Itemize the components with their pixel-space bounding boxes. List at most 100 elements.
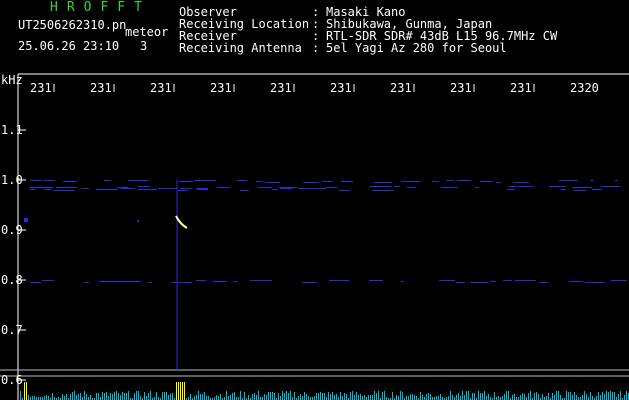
strip-bar	[140, 396, 141, 400]
carrier-trace-segment	[303, 182, 319, 183]
strip-bar	[90, 395, 91, 400]
strip-bar	[430, 394, 431, 400]
strip-bar	[598, 392, 599, 400]
carrier-trace-segment	[457, 180, 471, 181]
strip-bar	[116, 391, 117, 400]
carrier-trace-segment	[30, 189, 35, 190]
strip-bar	[252, 394, 253, 400]
strip-bar	[150, 391, 151, 400]
strip-bar	[84, 391, 85, 400]
strip-bar	[274, 393, 275, 400]
strip-bar	[382, 392, 383, 400]
strip-bar	[494, 392, 495, 400]
strip-bar	[286, 391, 287, 400]
strip-bar	[294, 392, 295, 400]
strip-bar	[244, 392, 245, 400]
strip-bar	[248, 395, 249, 400]
signal-dot	[137, 220, 139, 222]
strip-bar	[190, 394, 191, 400]
carrier-trace-segment	[401, 181, 421, 182]
strip-bar	[340, 392, 341, 400]
strip-bar	[370, 395, 371, 400]
carrier-trace-segment	[194, 180, 216, 181]
carrier-trace-segment	[496, 182, 501, 183]
strip-bar	[80, 393, 81, 400]
strip-bar	[414, 395, 415, 400]
carrier-trace-segment	[432, 181, 439, 182]
strip-peak	[178, 382, 179, 400]
strip-bar	[584, 391, 585, 400]
strip-bar	[384, 391, 385, 400]
strip-bar	[376, 393, 377, 400]
strip-bar	[112, 394, 113, 400]
strip-bar	[546, 396, 547, 400]
strip-bar	[586, 394, 587, 400]
strip-bar	[448, 396, 449, 400]
strip-bar	[556, 391, 557, 400]
x-tick-label: 231	[390, 81, 412, 95]
strip-bar	[520, 395, 521, 400]
strip-bar	[306, 394, 307, 400]
strip-bar	[20, 391, 21, 400]
carrier-trace-segment	[128, 180, 149, 181]
strip-bar	[110, 393, 111, 400]
strip-bar	[232, 393, 233, 400]
carrier-trace-segment	[513, 182, 529, 183]
strip-bar	[28, 395, 29, 400]
carrier-trace-segment	[256, 181, 263, 182]
strip-bar	[456, 395, 457, 400]
carrier-trace-segment	[480, 181, 492, 182]
strip-bar	[368, 395, 369, 400]
carrier-trace-segment	[63, 181, 77, 182]
strip-bar	[104, 393, 105, 400]
strip-bar	[438, 396, 439, 400]
strip-bar	[466, 391, 467, 400]
carrier-trace-segment	[590, 180, 594, 181]
strip-bar	[440, 394, 441, 400]
carrier-trace-segment	[601, 186, 620, 187]
strip-bar	[482, 393, 483, 400]
strip-bar	[508, 391, 509, 400]
strip-peak	[24, 382, 25, 400]
strip-bar	[114, 392, 115, 400]
strip-bar	[228, 396, 229, 400]
carrier-trace-segment	[178, 190, 188, 191]
strip-bar	[392, 392, 393, 400]
strip-bar	[278, 393, 279, 400]
strip-bar	[194, 396, 195, 400]
carrier-trace-segment	[280, 188, 293, 189]
strip-bar	[530, 391, 531, 400]
strip-bar	[590, 392, 591, 400]
strip-bar	[64, 396, 65, 400]
strip-bar	[402, 392, 403, 400]
carrier-trace-segment	[258, 187, 272, 188]
strip-bar	[360, 394, 361, 400]
strip-bar	[558, 391, 559, 400]
strip-bar	[374, 391, 375, 400]
strip-bar	[406, 396, 407, 400]
strip-bar	[596, 396, 597, 400]
carrier-trace-segment	[325, 187, 337, 188]
strip-bar	[416, 396, 417, 400]
strip-bar	[400, 391, 401, 400]
strip-bar	[48, 396, 49, 400]
strip-bar	[164, 392, 165, 400]
strip-bar	[552, 393, 553, 400]
strip-bar	[574, 392, 575, 400]
strip-bar	[620, 391, 621, 400]
carrier-trace-segment	[503, 280, 512, 281]
carrier-trace-segment	[44, 180, 55, 181]
carrier-trace-segment	[549, 186, 566, 187]
strip-bar	[572, 395, 573, 400]
carrier-trace-segment	[197, 189, 208, 190]
strip-bar	[468, 391, 469, 400]
carrier-trace-segment	[539, 282, 548, 283]
carrier-trace-segment	[322, 181, 333, 182]
strip-bar	[522, 393, 523, 400]
strip-bar	[102, 392, 103, 400]
strip-bar	[202, 394, 203, 400]
strip-peak	[26, 382, 27, 400]
strip-bar	[624, 395, 625, 400]
strip-bar	[120, 395, 121, 400]
strip-bar	[62, 394, 63, 400]
